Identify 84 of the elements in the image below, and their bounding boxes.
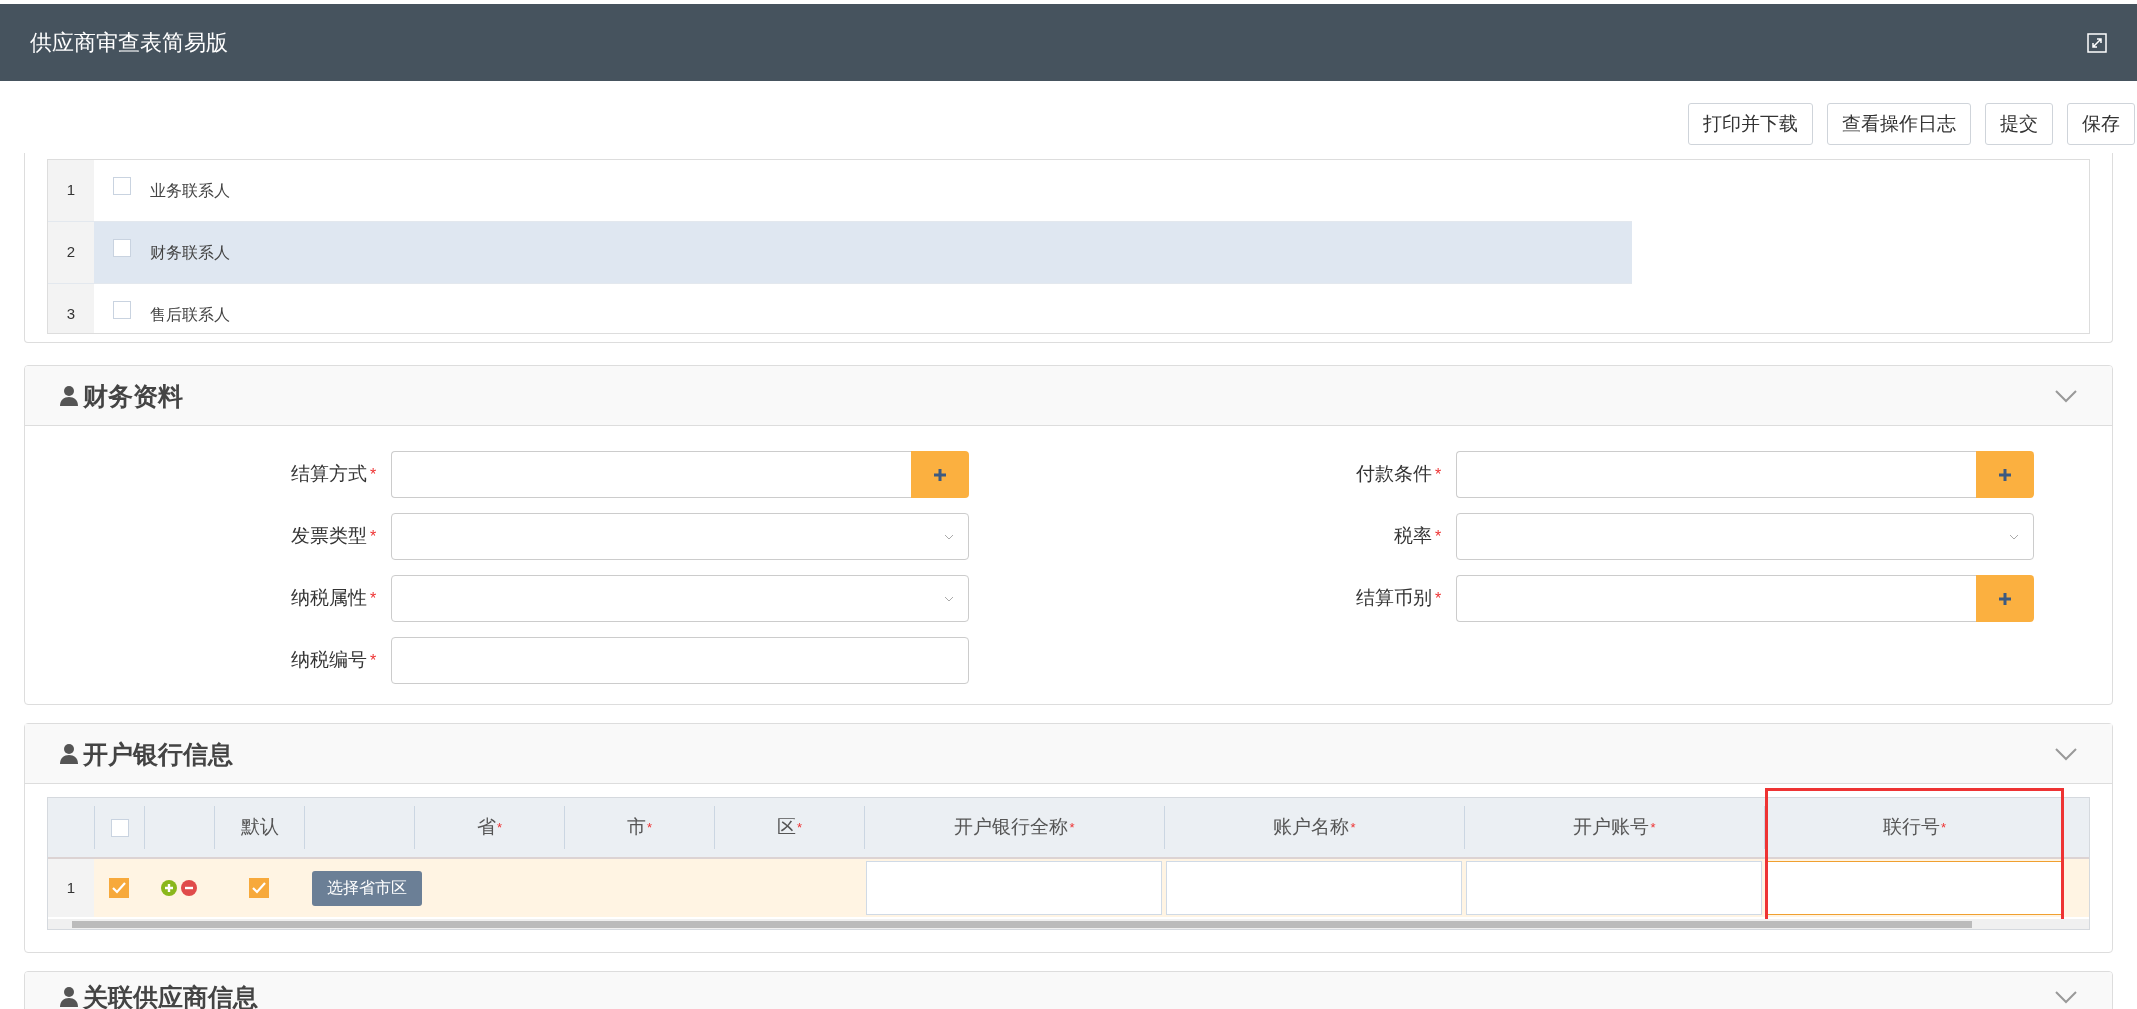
section-header[interactable]: 开户银行信息 [25,724,2112,784]
required-mark: * [796,819,803,837]
table-input[interactable] [1766,861,2062,915]
plus-icon [1997,590,2013,607]
table-row[interactable]: 2 财务联系人 [48,222,1632,284]
checkbox[interactable] [113,238,131,257]
table-input[interactable] [866,861,1162,915]
dropdown-icon [2009,533,2019,540]
input-field[interactable] [1456,451,1976,498]
toolbar-button[interactable]: 提交 [1985,103,2053,145]
column-header: 默认 [240,815,279,840]
field-label: 纳税编号 [290,648,367,673]
checkbox[interactable] [109,878,129,898]
column-header: 市 [626,815,646,840]
chevron-icon[interactable] [2054,746,2078,761]
required-mark: * [1650,819,1656,837]
select-region-button[interactable]: 选择省市区 [312,870,422,906]
add-row-icon[interactable] [161,880,177,896]
field-label: 纳税属性 [290,586,367,611]
input-field[interactable] [391,451,911,498]
required-mark: * [1350,819,1356,837]
required-mark: * [1940,819,1947,837]
row-number: 1 [66,180,76,201]
required-mark: * [370,589,377,607]
select-field[interactable] [391,575,969,622]
row-number: 1 [66,877,76,898]
toolbar-button[interactable]: 查看操作日志 [1827,103,1971,145]
column-header: 开户账号 [1573,815,1650,840]
column-header: 联行号 [1882,815,1940,840]
add-button[interactable] [911,451,969,498]
required-mark: * [370,651,377,669]
person-icon [59,384,79,407]
toolbar-button[interactable]: 打印并下载 [1688,103,1813,145]
required-mark: * [1435,527,1442,545]
table-cell-text: 财务联系人 [150,242,230,263]
required-mark: * [1435,465,1442,483]
dropdown-icon [944,595,954,602]
table-input[interactable] [1466,861,1762,915]
plus-icon [1997,466,2013,483]
select-field[interactable] [1456,513,2034,560]
table-input[interactable] [1166,861,1462,915]
column-header: 开户银行全称 [954,815,1069,840]
required-mark: * [370,527,377,545]
section-header[interactable]: 财务资料 [25,366,2112,426]
required-mark: * [1435,589,1442,607]
plus-icon [932,466,948,483]
checkbox[interactable] [113,300,131,319]
table-cell-text: 售后联系人 [150,304,230,325]
person-icon [59,986,79,1008]
maximize-icon[interactable] [2087,32,2107,53]
column-header: 省 [476,815,496,840]
input-field[interactable] [1456,575,1976,622]
toolbar-button[interactable]: 保存 [2067,103,2135,145]
row-number: 2 [66,242,76,263]
field-label: 结算币别 [1355,586,1432,611]
required-mark: * [496,819,503,837]
person-icon [59,742,79,765]
column-header: 区 [776,815,796,840]
required-mark: * [370,465,377,483]
field-label: 税率 [1393,524,1432,549]
add-button[interactable] [1976,575,2034,622]
dropdown-icon [944,533,954,540]
checkbox[interactable] [249,878,269,898]
row-number: 3 [66,304,76,325]
table-row[interactable]: 1 业务联系人 [48,160,1632,222]
select-field[interactable] [391,513,969,560]
chevron-icon[interactable] [2054,990,2078,1004]
horizontal-scrollbar[interactable] [48,919,2089,929]
section-title: 开户银行信息 [83,738,233,769]
field-label: 结算方式 [290,462,367,487]
required-mark: * [1069,819,1075,837]
section-title: 财务资料 [83,380,183,411]
required-mark: * [646,819,653,837]
window-title: 供应商审查表简易版 [30,29,228,57]
table-cell-text: 业务联系人 [150,180,230,201]
field-label: 发票类型 [290,524,367,549]
column-header: 账户名称 [1273,815,1350,840]
checkbox[interactable] [113,176,131,195]
chevron-icon[interactable] [2054,388,2078,403]
add-button[interactable] [1976,451,2034,498]
remove-row-icon[interactable] [181,880,197,896]
field-label: 付款条件 [1355,462,1432,487]
checkbox[interactable] [110,818,129,837]
input-field[interactable] [391,637,969,684]
